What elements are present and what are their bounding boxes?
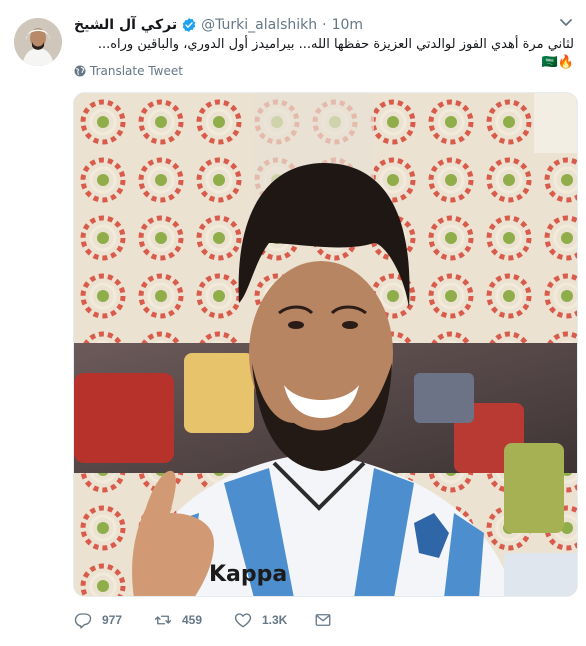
envelope-icon [315,614,331,626]
translate-label: Translate Tweet [90,64,183,78]
heart-icon [234,613,252,628]
globe-icon [74,65,86,77]
like-count: 1.3K [262,613,288,627]
like-button[interactable]: 1.3K [234,611,314,629]
retweet-count: 459 [182,613,203,627]
retweet-button[interactable]: 459 [154,611,234,629]
tweet-header: تركي آل الشيخ @Turki_alalshikh · 10m [74,14,363,36]
tweet-photo[interactable]: Kappa [73,92,578,597]
retweet-icon [154,615,172,625]
timestamp[interactable]: 10m [332,17,363,33]
avatar-image [14,18,62,66]
chevron-down-icon[interactable] [558,14,574,30]
display-name[interactable]: تركي آل الشيخ [74,17,177,33]
tweet-actions: 977 459 1.3K [74,610,342,630]
tweet-text-line: لثاني مرة أهدي الفوز لوالدتي العزيزة حفظ… [97,37,574,52]
photo-image: Kappa [74,93,577,596]
avatar[interactable] [14,18,62,66]
user-handle[interactable]: @Turki_alalshikh [201,17,317,33]
tweet-card[interactable]: تركي آل الشيخ @Turki_alalshikh · 10m لثا… [0,0,586,646]
direct-message-button[interactable] [314,611,342,629]
reply-icon [74,613,92,629]
separator-dot: · [322,17,327,33]
reply-count: 977 [102,613,123,627]
reply-button[interactable]: 977 [74,611,154,629]
translate-tweet-link[interactable]: Translate Tweet [74,64,183,78]
svg-text:Kappa: Kappa [209,562,287,587]
verified-badge-icon [182,18,196,32]
